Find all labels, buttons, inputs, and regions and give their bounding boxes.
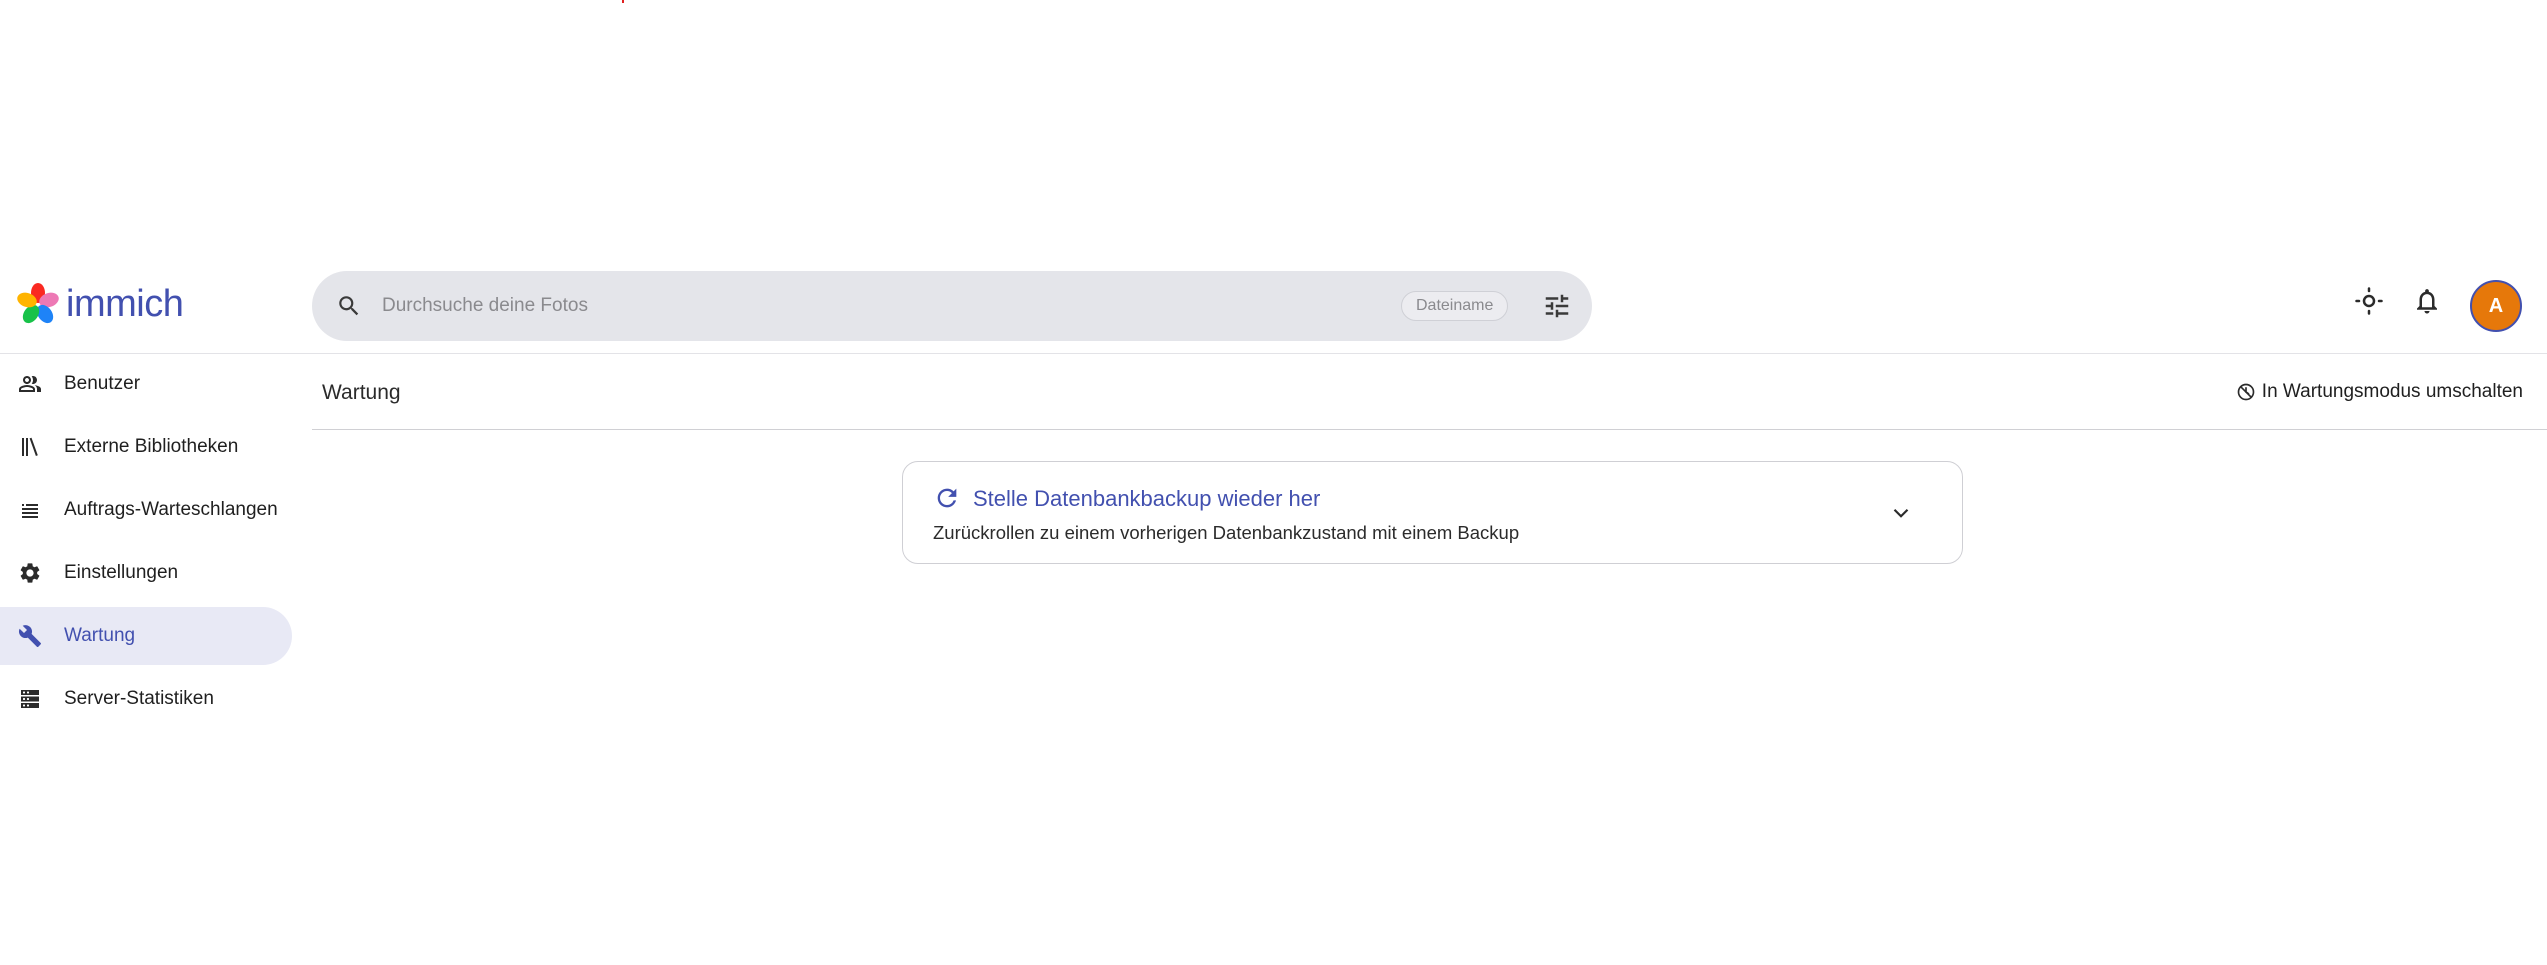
top-bar: immich Dateiname A [0, 258, 2547, 354]
wrench-icon [18, 625, 41, 647]
sidebar-item-server-stats[interactable]: Server-Statistiken [0, 670, 292, 728]
sidebar-item-maintenance[interactable]: Wartung [0, 607, 292, 665]
page-header: Wartung In Wartungsmodus umschalten [312, 355, 2547, 430]
restore-backup-card[interactable]: Stelle Datenbankbackup wieder her Zurück… [902, 461, 1963, 564]
user-avatar[interactable]: A [2470, 280, 2522, 332]
notification-bell-icon[interactable] [2412, 286, 2442, 316]
card-description: Zurückrollen zu einem vorherigen Datenba… [933, 522, 1520, 543]
sidebar-item-label: Wartung [64, 625, 136, 646]
server-icon [21, 690, 39, 708]
sidebar-item-label: Auftrags-Warteschlangen [64, 499, 278, 520]
chevron-down-icon[interactable] [1888, 500, 1914, 526]
toggle-maintenance-mode-button[interactable]: In Wartungsmodus umschalten [2236, 381, 2523, 403]
app-logo[interactable]: immich [16, 282, 184, 326]
maintenance-clock-icon [2237, 383, 2255, 401]
card-title: Stelle Datenbankbackup wieder her [973, 486, 1321, 511]
sidebar-item-settings[interactable]: Einstellungen [0, 544, 292, 602]
sidebar-item-label: Externe Bibliotheken [64, 436, 239, 457]
sidebar-item-job-queues[interactable]: Auftrags-Warteschlangen [0, 481, 292, 539]
stray-marker [622, 0, 624, 3]
search-type-chip[interactable]: Dateiname [1401, 291, 1509, 321]
queue-icon [22, 504, 38, 518]
sidebar-item-users[interactable]: Benutzer [0, 355, 292, 413]
library-icon [22, 437, 38, 456]
search-icon[interactable] [336, 293, 362, 319]
sidebar-item-label: Einstellungen [64, 562, 179, 583]
app-name: immich [66, 282, 184, 325]
page-title: Wartung [322, 381, 401, 404]
search-input[interactable] [382, 288, 1282, 324]
immich-logo-icon [17, 283, 59, 324]
admin-sidebar: Benutzer Externe Bibliotheken Auftrags-W… [0, 355, 300, 733]
gear-icon [20, 563, 40, 583]
filter-tune-icon[interactable] [1542, 291, 1572, 321]
sidebar-item-label: Benutzer [64, 373, 141, 394]
sidebar-item-external-libraries[interactable]: Externe Bibliotheken [0, 418, 292, 476]
sidebar-item-label: Server-Statistiken [64, 688, 214, 709]
restore-icon [937, 488, 957, 508]
search-bar[interactable]: Dateiname [312, 271, 1592, 341]
users-icon [19, 376, 41, 392]
theme-toggle-icon[interactable] [2354, 286, 2384, 316]
toggle-maintenance-label: In Wartungsmodus umschalten [2261, 381, 2523, 402]
